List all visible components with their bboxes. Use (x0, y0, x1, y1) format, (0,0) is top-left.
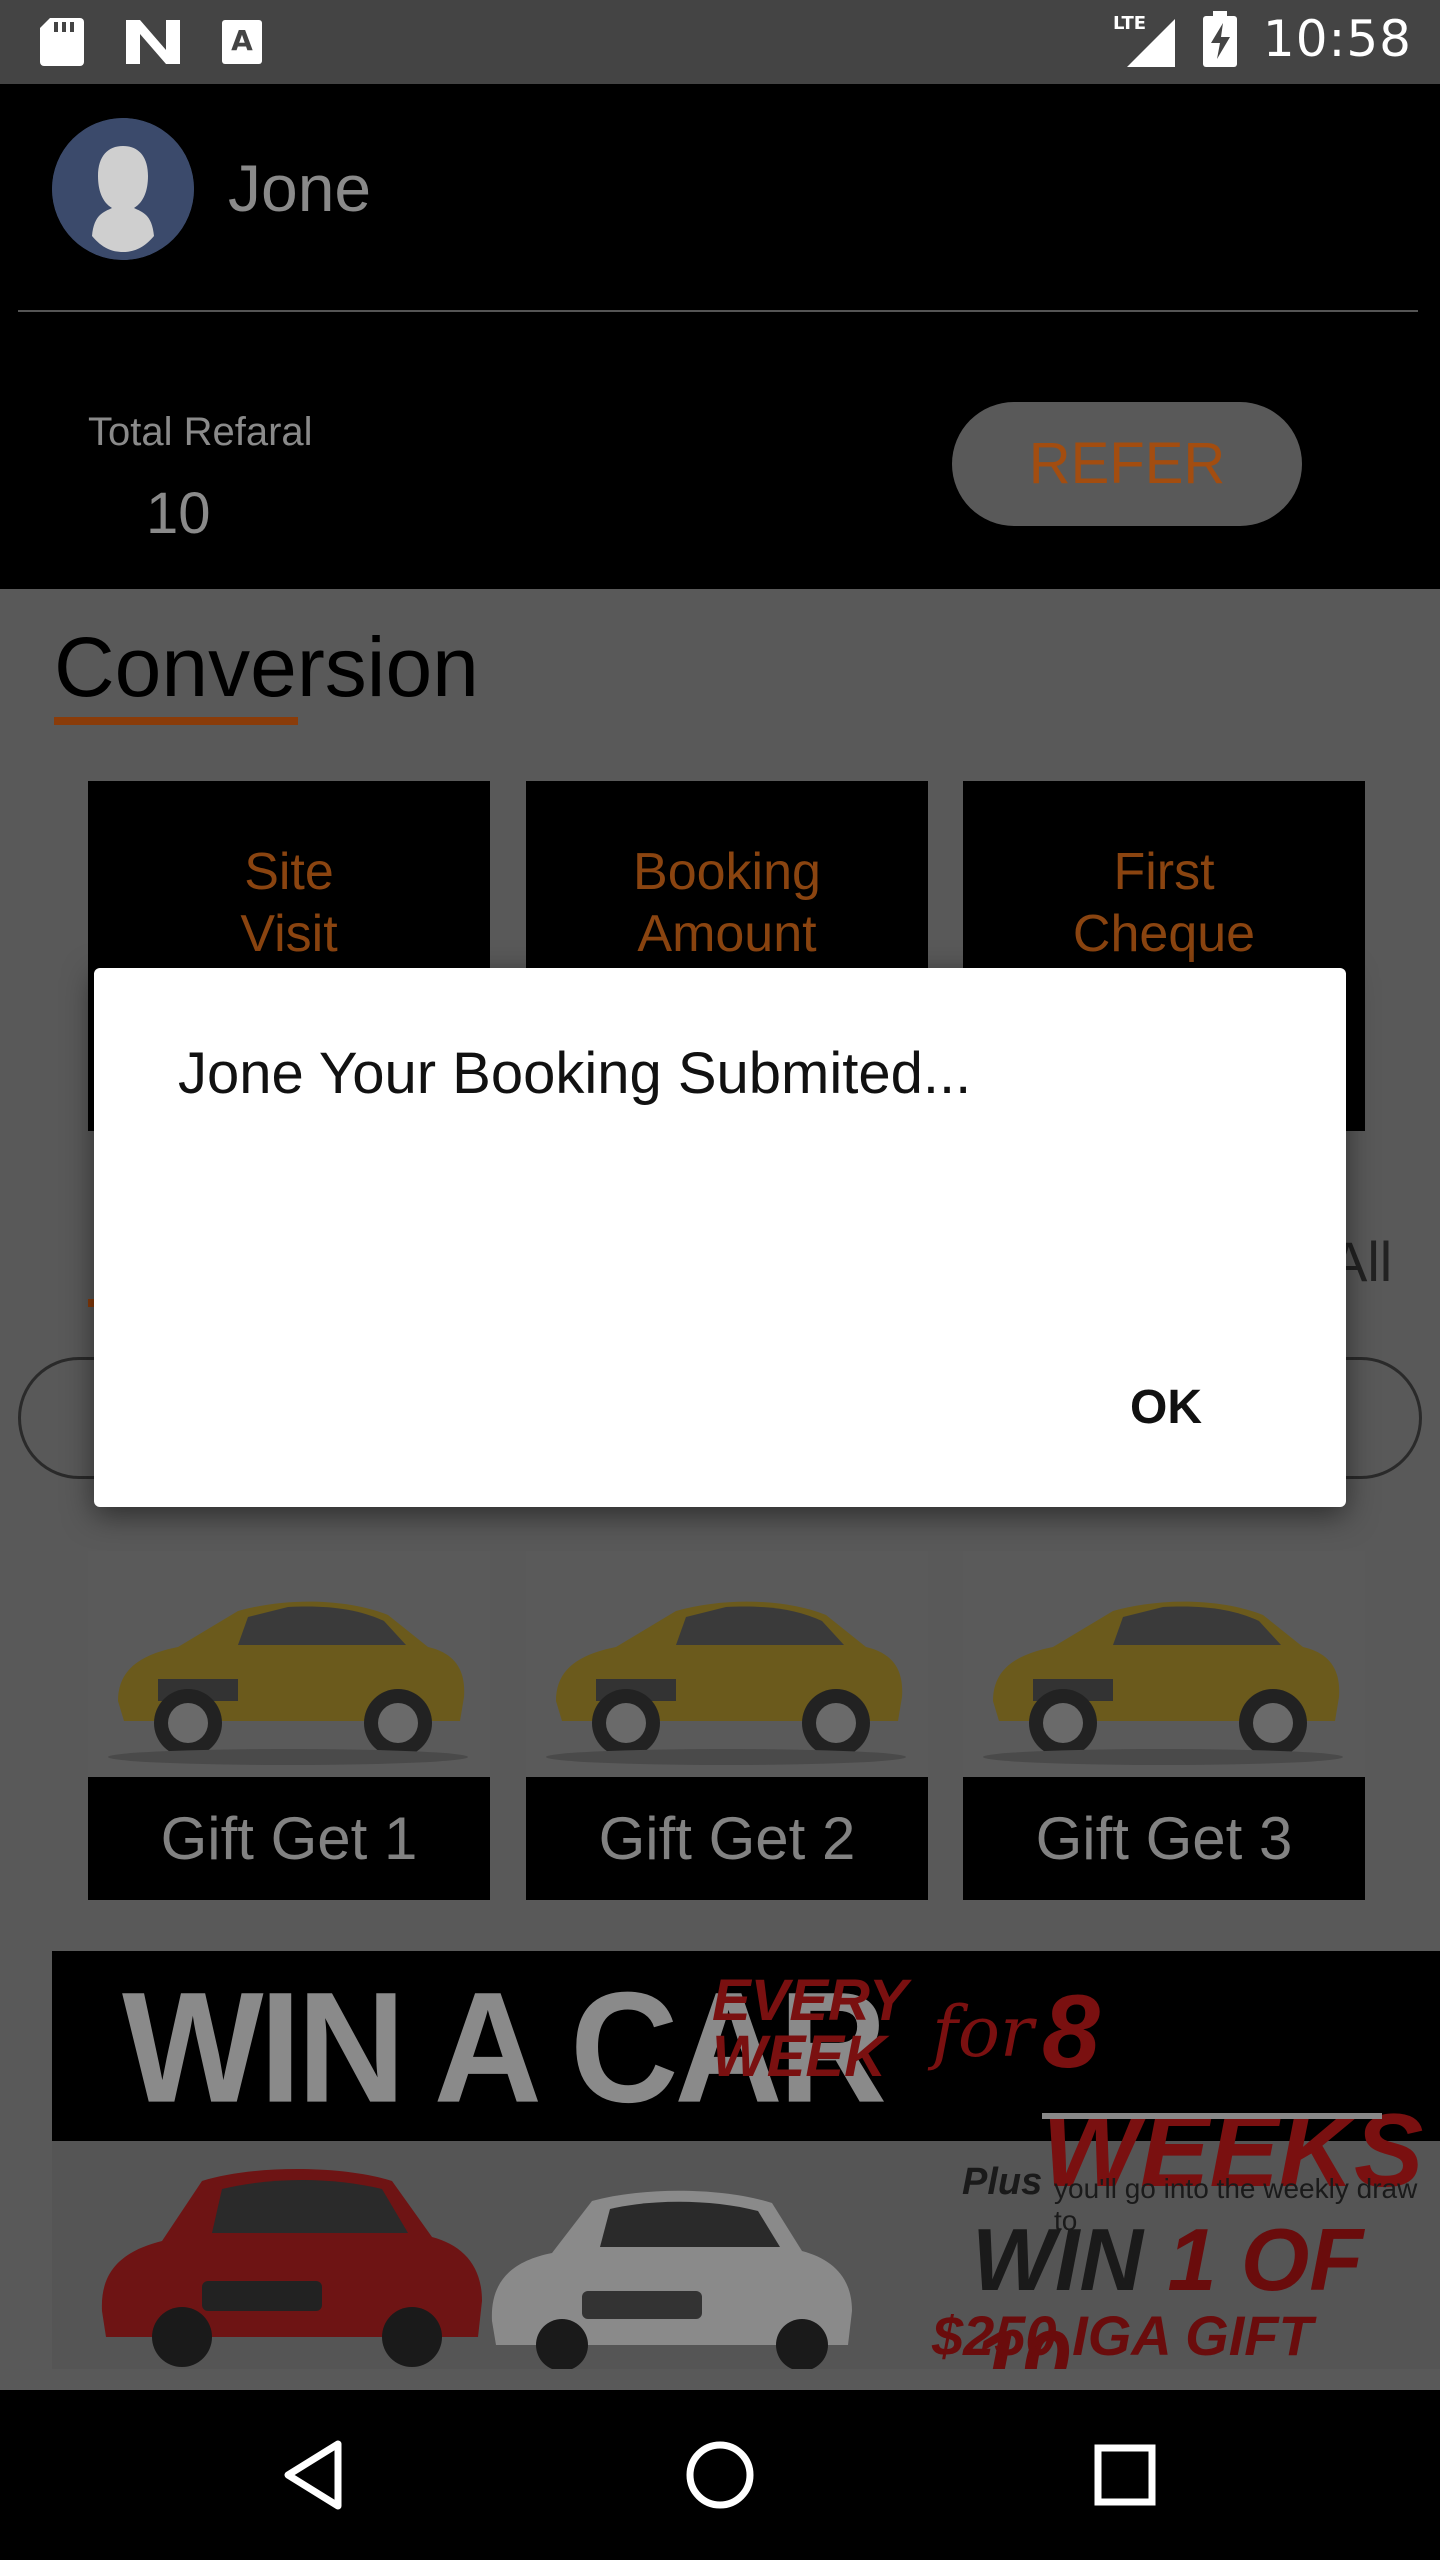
banner-gift-cards: $250 IGA GIFT CARDS (932, 2304, 1313, 2367)
gift-car-image (526, 1551, 928, 1777)
a-notification-icon: A (222, 20, 262, 64)
user-silhouette-icon (52, 118, 194, 260)
recents-icon[interactable] (1080, 2430, 1170, 2520)
avatar[interactable] (52, 118, 194, 260)
banner-every: EVERY (712, 1968, 908, 2033)
status-time: 10:58 (1262, 10, 1412, 68)
profile-header: Jone Total Refaral 10 REFER (0, 84, 1440, 589)
header-divider (18, 310, 1418, 312)
gift-card-1[interactable]: Gift Get 1 (88, 1551, 490, 1900)
car-image (983, 1601, 1343, 1765)
banner-cars-image (101, 2169, 852, 2369)
gift-car-image (88, 1551, 490, 1777)
refer-button[interactable]: REFER (952, 402, 1302, 526)
gift-label: Gift Get 2 (526, 1777, 928, 1900)
tile-label-line1: Booking (633, 843, 821, 901)
banner-plus: Plus (962, 2161, 1043, 2203)
gift-label: Gift Get 3 (963, 1777, 1365, 1900)
gift-card-3[interactable]: Gift Get 3 (963, 1551, 1365, 1900)
banner-week: WEEK (712, 2024, 886, 2089)
total-referral-value: 10 (146, 481, 211, 546)
banner-underline (1042, 2113, 1382, 2119)
n-notification-icon (126, 20, 180, 64)
status-bar: A LTE 10:58 (0, 0, 1440, 84)
tile-label-line1: Site (244, 843, 334, 901)
booking-dialog: Jone Your Booking Submited... OK (94, 968, 1346, 1507)
conversion-underline (54, 717, 298, 725)
dialog-message: Jone Your Booking Submited... (178, 1041, 972, 1106)
svg-text:LTE: LTE (1113, 13, 1146, 34)
banner-every-week: EVERY WEEK (712, 1968, 908, 2089)
total-referral-label: Total Refaral (88, 410, 313, 454)
promo-banner[interactable]: WIN A CAR EVERY WEEK for 8 WEEKS Plus yo… (52, 1951, 1440, 2369)
car-image (546, 1601, 906, 1765)
battery-charging-icon (1202, 11, 1237, 67)
sd-card-icon (40, 18, 84, 66)
navigation-bar (0, 2390, 1440, 2560)
banner-win: WIN (972, 2210, 1144, 2309)
gift-label: Gift Get 1 (88, 1777, 490, 1900)
back-icon[interactable] (270, 2430, 360, 2520)
car-image (108, 1601, 468, 1765)
ok-button[interactable]: OK (1130, 1380, 1202, 1435)
signal-icon: LTE (1113, 13, 1175, 67)
gift-card-2[interactable]: Gift Get 2 (526, 1551, 928, 1900)
tile-label-line2: Visit (240, 905, 338, 963)
user-name: Jone (228, 151, 372, 225)
conversion-title: Conversion (54, 620, 479, 714)
tile-label-line1: First (1113, 843, 1215, 901)
home-icon[interactable] (675, 2430, 765, 2520)
tile-label-line2: Cheque (1072, 905, 1256, 963)
banner-for: for (932, 1991, 1034, 2073)
tile-label-line2: Amount (637, 905, 817, 963)
svg-text:A: A (231, 24, 253, 57)
gift-car-image (963, 1551, 1365, 1777)
